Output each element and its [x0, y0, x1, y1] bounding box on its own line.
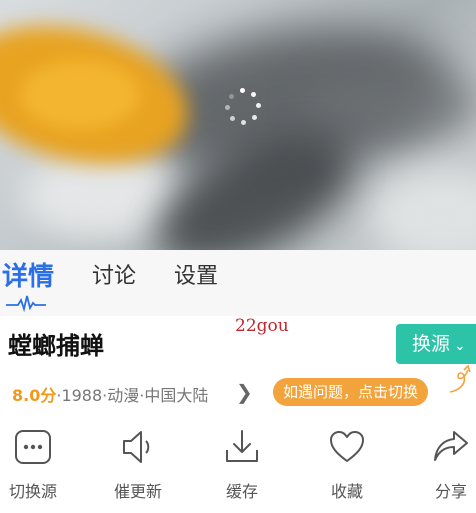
switch-source-button[interactable]: 换源 ⌄	[396, 324, 476, 364]
heart-icon	[330, 431, 364, 462]
request-update-action[interactable]: 催更新	[103, 428, 173, 502]
tab-bar: 详情 讨论 设置	[0, 250, 476, 316]
action-label: 分享	[434, 482, 467, 501]
tip-pointer-icon	[449, 364, 471, 393]
video-frame-fish	[20, 60, 140, 130]
action-label: 催更新	[113, 482, 162, 501]
cache-action[interactable]: 缓存	[207, 428, 277, 502]
video-title: 螳螂捕蝉	[8, 332, 104, 360]
switch-source-label: 换源	[412, 333, 451, 355]
switch-source-action[interactable]: 切换源	[0, 428, 68, 502]
video-meta: 8.0分·1988·动漫·中国大陆	[12, 382, 208, 406]
video-info: ·1988·动漫·中国大陆	[56, 386, 209, 405]
chevron-down-icon: ⌄	[454, 338, 466, 354]
share-icon	[434, 431, 468, 461]
action-label: 收藏	[330, 482, 363, 501]
download-icon	[226, 430, 258, 462]
tab-discussion[interactable]: 讨论	[92, 258, 136, 290]
rating-score: 8.0分	[12, 386, 57, 405]
loading-spinner-icon	[224, 88, 262, 126]
more-dots-icon	[15, 430, 51, 464]
active-tab-indicator-icon	[6, 295, 46, 312]
tab-settings[interactable]: 设置	[174, 258, 218, 290]
speaker-icon	[123, 431, 150, 463]
share-action[interactable]: 分享	[416, 428, 476, 502]
action-label: 切换源	[8, 482, 57, 501]
chevron-right-icon[interactable]: ❯	[236, 380, 253, 404]
video-player[interactable]	[0, 0, 476, 250]
video-frame-shape	[370, 170, 476, 250]
action-label: 缓存	[225, 482, 258, 501]
favorite-action[interactable]: 收藏	[312, 428, 382, 502]
watermark-text: 22gou	[235, 316, 289, 336]
tab-details[interactable]: 详情	[2, 256, 54, 293]
video-frame-shape	[300, 70, 476, 140]
switch-tip-bubble[interactable]: 如遇问题，点击切换	[273, 378, 429, 406]
